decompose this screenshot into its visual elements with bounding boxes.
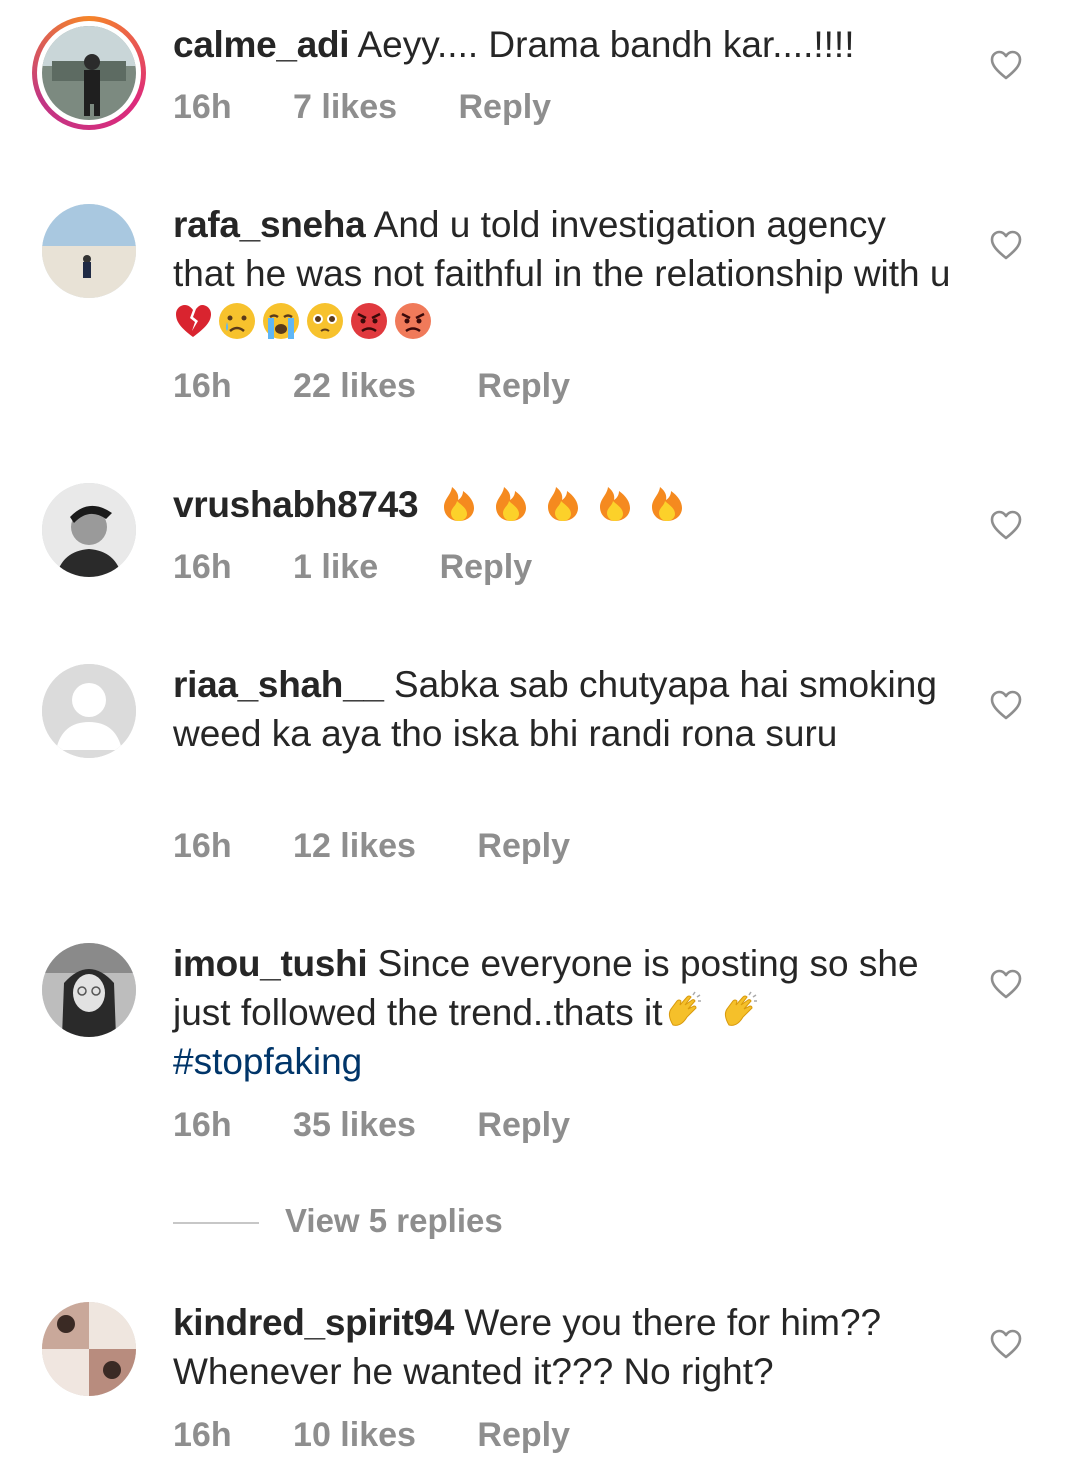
avatar[interactable] bbox=[42, 1302, 136, 1396]
comment-meta: 16h 22 likes Reply bbox=[173, 367, 622, 406]
pleading-face-emoji bbox=[305, 301, 345, 341]
comment-time: 16h bbox=[173, 88, 232, 126]
reply-button[interactable]: Reply bbox=[458, 88, 551, 126]
reply-button[interactable]: Reply bbox=[477, 827, 570, 865]
comment-meta: 16h 7 likes Reply bbox=[173, 88, 603, 127]
avatar[interactable] bbox=[42, 204, 136, 298]
comment-likes[interactable]: 7 likes bbox=[293, 88, 397, 126]
comment-time: 16h bbox=[173, 548, 232, 586]
comment-username[interactable]: calme_adi bbox=[173, 24, 350, 65]
view-replies-label: View 5 replies bbox=[285, 1202, 503, 1239]
avatar[interactable] bbox=[42, 943, 136, 1037]
comment-time: 16h bbox=[173, 1106, 232, 1144]
reply-button[interactable]: Reply bbox=[477, 1416, 570, 1454]
like-heart-icon[interactable] bbox=[990, 510, 1022, 540]
comment-body: rafa_sneha And u told investigation agen… bbox=[173, 200, 953, 347]
view-replies-button[interactable]: View 5 replies bbox=[173, 1202, 503, 1240]
hashtag-link[interactable]: #stopfaking bbox=[173, 1041, 362, 1082]
angry-red-face-emoji bbox=[349, 301, 389, 341]
comment-likes[interactable]: 10 likes bbox=[293, 1416, 416, 1454]
angry-face-emoji bbox=[393, 301, 433, 341]
comment-time: 16h bbox=[173, 1416, 232, 1454]
comment-meta: 16h 1 like Reply bbox=[173, 548, 584, 587]
comment-body: calme_adi Aeyy.... Drama bandh kar....!!… bbox=[173, 20, 953, 69]
avatar[interactable] bbox=[42, 664, 136, 758]
comment-meta: 16h 12 likes Reply bbox=[173, 827, 622, 866]
replies-divider-line bbox=[173, 1222, 259, 1225]
comment-body: kindred_spirit94 Were you there for him?… bbox=[173, 1298, 953, 1396]
avatar-story-ring[interactable] bbox=[32, 16, 146, 130]
comment-username[interactable]: vrushabh8743 bbox=[173, 484, 419, 525]
comment-username[interactable]: riaa_shah__ bbox=[173, 664, 384, 705]
reply-button[interactable]: Reply bbox=[477, 1106, 570, 1144]
like-heart-icon[interactable] bbox=[990, 969, 1022, 999]
comment-likes[interactable]: 22 likes bbox=[293, 367, 416, 405]
comment-meta: 16h 10 likes Reply bbox=[173, 1416, 622, 1455]
clapping-hands-emoji bbox=[719, 991, 759, 1031]
crying-face-emoji bbox=[217, 301, 257, 341]
fire-emoji bbox=[439, 483, 479, 523]
avatar bbox=[42, 26, 136, 120]
comment-text: Aeyy.... Drama bandh kar....!!!! bbox=[357, 24, 855, 65]
reply-button[interactable]: Reply bbox=[440, 548, 533, 586]
comment-likes[interactable]: 12 likes bbox=[293, 827, 416, 865]
fire-emoji bbox=[647, 483, 687, 523]
broken-heart-emoji bbox=[173, 301, 213, 341]
comment-time: 16h bbox=[173, 367, 232, 405]
comment-meta: 16h 35 likes Reply bbox=[173, 1106, 622, 1145]
fire-emoji bbox=[543, 483, 583, 523]
fire-emoji bbox=[595, 483, 635, 523]
clapping-hands-emoji bbox=[663, 991, 703, 1031]
comment-body: riaa_shah__ Sabka sab chutyapa hai smoki… bbox=[173, 660, 953, 758]
fire-emoji bbox=[491, 483, 531, 523]
like-heart-icon[interactable] bbox=[990, 690, 1022, 720]
comment-time: 16h bbox=[173, 827, 232, 865]
comment-likes[interactable]: 35 likes bbox=[293, 1106, 416, 1144]
avatar[interactable] bbox=[42, 483, 136, 577]
comment-body: imou_tushi Since everyone is posting so … bbox=[173, 939, 953, 1086]
like-heart-icon[interactable] bbox=[990, 1329, 1022, 1359]
loudly-crying-face-emoji bbox=[261, 301, 301, 341]
comment-username[interactable]: kindred_spirit94 bbox=[173, 1302, 454, 1343]
comment-username[interactable]: imou_tushi bbox=[173, 943, 368, 984]
like-heart-icon[interactable] bbox=[990, 230, 1022, 260]
comment-likes[interactable]: 1 like bbox=[293, 548, 378, 586]
comment-username[interactable]: rafa_sneha bbox=[173, 204, 366, 245]
comment-body: vrushabh8743 bbox=[173, 480, 953, 529]
reply-button[interactable]: Reply bbox=[477, 367, 570, 405]
like-heart-icon[interactable] bbox=[990, 50, 1022, 80]
